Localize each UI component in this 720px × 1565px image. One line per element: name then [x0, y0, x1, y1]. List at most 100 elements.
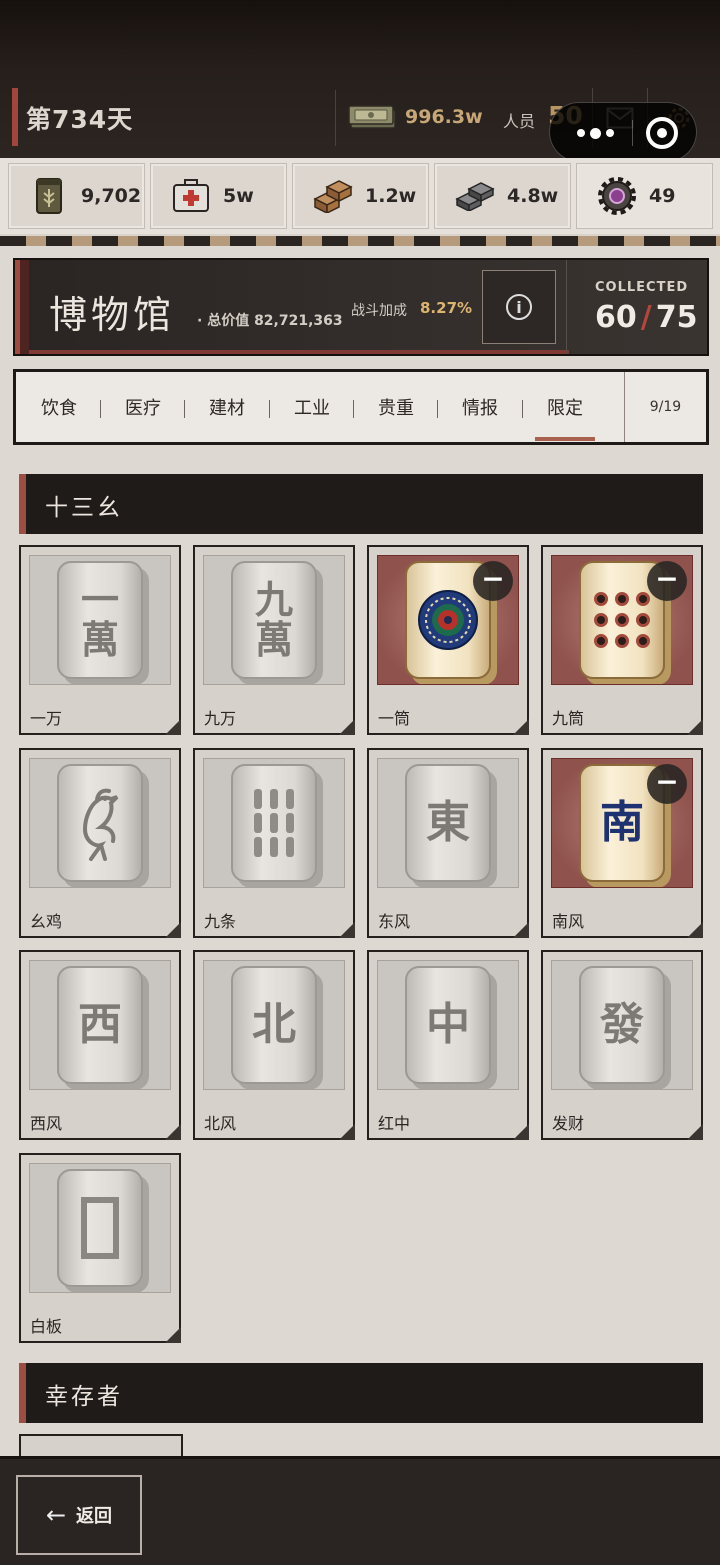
resource-value: 5w [223, 185, 254, 207]
mahjong-tile-icon: 發 [579, 966, 665, 1084]
nine-bamboo-tile-icon [231, 764, 317, 882]
tab-industry[interactable]: 工业 [288, 394, 336, 424]
card-name: 东风 [378, 912, 411, 931]
collected-value: 60 [595, 300, 637, 335]
total-value: · 总价值 82,721,363 [197, 313, 343, 329]
back-label: 返回 [76, 1506, 113, 1527]
tile-glyph: 中 [426, 999, 470, 1050]
combat-bonus-value: 8.27% [420, 299, 473, 317]
resource-value: 49 [649, 185, 676, 207]
collection-card-jiu-tiao[interactable]: 九条 [193, 748, 355, 938]
divider [335, 90, 336, 146]
tile-glyph: 發 [600, 999, 644, 1050]
resource-food[interactable]: 9,702 [8, 163, 145, 229]
card-art: 東 [377, 758, 519, 888]
resource-parts[interactable]: 49 [576, 163, 713, 229]
remove-button[interactable]: − [473, 561, 513, 601]
card-name: 九条 [204, 912, 237, 931]
tile-glyph: 西 [78, 999, 122, 1050]
tab-separator [184, 400, 185, 418]
collection-card-bai-ban[interactable]: 白板 [19, 1153, 181, 1343]
cash-value: 996.3w [405, 106, 483, 128]
card-name: 发财 [552, 1114, 585, 1133]
circle-pattern-icon [418, 590, 478, 650]
collection-card-dong-feng[interactable]: 東 东风 [367, 748, 529, 938]
collected-slash: / [640, 300, 652, 335]
blank-frame-icon [81, 1197, 119, 1259]
back-button[interactable]: ← 返回 [16, 1475, 142, 1555]
tile-glyph: 九 萬 [254, 577, 293, 662]
tile-glyph: 北 [252, 999, 296, 1050]
mahjong-tile-icon: 九 萬 [231, 561, 317, 679]
bird-tile-icon [57, 764, 143, 882]
collection-card-nan-feng[interactable]: − 南 南风 [541, 748, 703, 938]
bricks-icon [311, 174, 355, 218]
section-header-thirteen-orphans: 十三幺 [19, 474, 703, 534]
card-art: 中 [377, 960, 519, 1090]
card-name: 一筒 [378, 709, 411, 728]
collection-card-hong-zhong[interactable]: 中 红中 [367, 950, 529, 1140]
combat-bonus-label: 战斗加成 [351, 303, 407, 319]
card-name: 北风 [204, 1114, 237, 1133]
collection-card-fa-cai[interactable]: 發 发财 [541, 950, 703, 1140]
card-art: 北 [203, 960, 345, 1090]
collection-card-jiu-tong[interactable]: − 九筒 [541, 545, 703, 735]
card-name: 白板 [30, 1317, 63, 1336]
header-underline [29, 350, 569, 354]
remove-button[interactable]: − [647, 764, 687, 804]
collection-card-xi-feng[interactable]: 西 西风 [19, 950, 181, 1140]
tab-separator [353, 400, 354, 418]
mini-program-capsule [549, 102, 697, 162]
bamboo-sticks [254, 789, 294, 857]
card-art: 發 [551, 960, 693, 1090]
card-name: 一万 [30, 709, 63, 728]
card-name: 红中 [378, 1114, 411, 1133]
gear-component-icon [595, 174, 639, 218]
close-miniprogram-button[interactable] [646, 117, 678, 149]
collection-card-yi-wan[interactable]: 一 萬 一万 [19, 545, 181, 735]
collection-card-jiu-wan[interactable]: 九 萬 九万 [193, 545, 355, 735]
collection-card-yi-tong[interactable]: − 一筒 [367, 545, 529, 735]
capsule-divider [632, 120, 633, 146]
tab-food[interactable]: 饮食 [35, 394, 83, 424]
tab-separator [437, 400, 438, 418]
info-icon: i [506, 294, 532, 320]
bird-icon [82, 788, 119, 861]
dot [576, 129, 585, 137]
collection-card-bei-feng[interactable]: 北 北风 [193, 950, 355, 1140]
arrow-left-icon: ← [45, 1501, 67, 1529]
tab-medical[interactable]: 医疗 [119, 394, 167, 424]
dot [589, 127, 601, 139]
medkit-icon [169, 174, 213, 218]
card-art: 九 萬 [203, 555, 345, 685]
collection-card-partial[interactable] [19, 1434, 183, 1456]
mahjong-tile-icon: 一 萬 [57, 561, 143, 679]
mahjong-tile-icon: 西 [57, 966, 143, 1084]
tab-building[interactable]: 建材 [203, 394, 251, 424]
collected-count: 60/75 [595, 300, 697, 335]
mahjong-tile-icon: 中 [405, 966, 491, 1084]
card-name: 南风 [552, 912, 585, 931]
tab-intel[interactable]: 情报 [456, 394, 504, 424]
resource-industry[interactable]: 4.8w [434, 163, 571, 229]
category-tabs: 饮食 医疗 建材 工业 贵重 情报 限定 9/19 [13, 369, 709, 445]
steel-ingot-icon [453, 174, 497, 218]
tile-glyph: 東 [426, 797, 470, 848]
more-menu-button[interactable] [570, 117, 620, 149]
remove-button[interactable]: − [647, 561, 687, 601]
tab-valuables[interactable]: 贵重 [372, 394, 420, 424]
card-name: 九万 [204, 709, 237, 728]
resource-building[interactable]: 1.2w [292, 163, 429, 229]
day-accent-bar [12, 88, 18, 146]
grain-sack-icon [27, 174, 71, 218]
info-button[interactable]: i [482, 270, 556, 344]
day-counter: 第734天 [26, 105, 134, 134]
bottom-bar: ← 返回 [0, 1456, 720, 1565]
resource-bar: 9,702 5w 1.2w 4.8w 49 [0, 158, 720, 234]
mahjong-tile-icon: 東 [405, 764, 491, 882]
card-art: 一 萬 [29, 555, 171, 685]
target-icon [657, 128, 667, 138]
tab-limited[interactable]: 限定 [535, 394, 595, 441]
collection-card-yao-ji[interactable]: 幺鸡 [19, 748, 181, 938]
resource-medical[interactable]: 5w [150, 163, 287, 229]
